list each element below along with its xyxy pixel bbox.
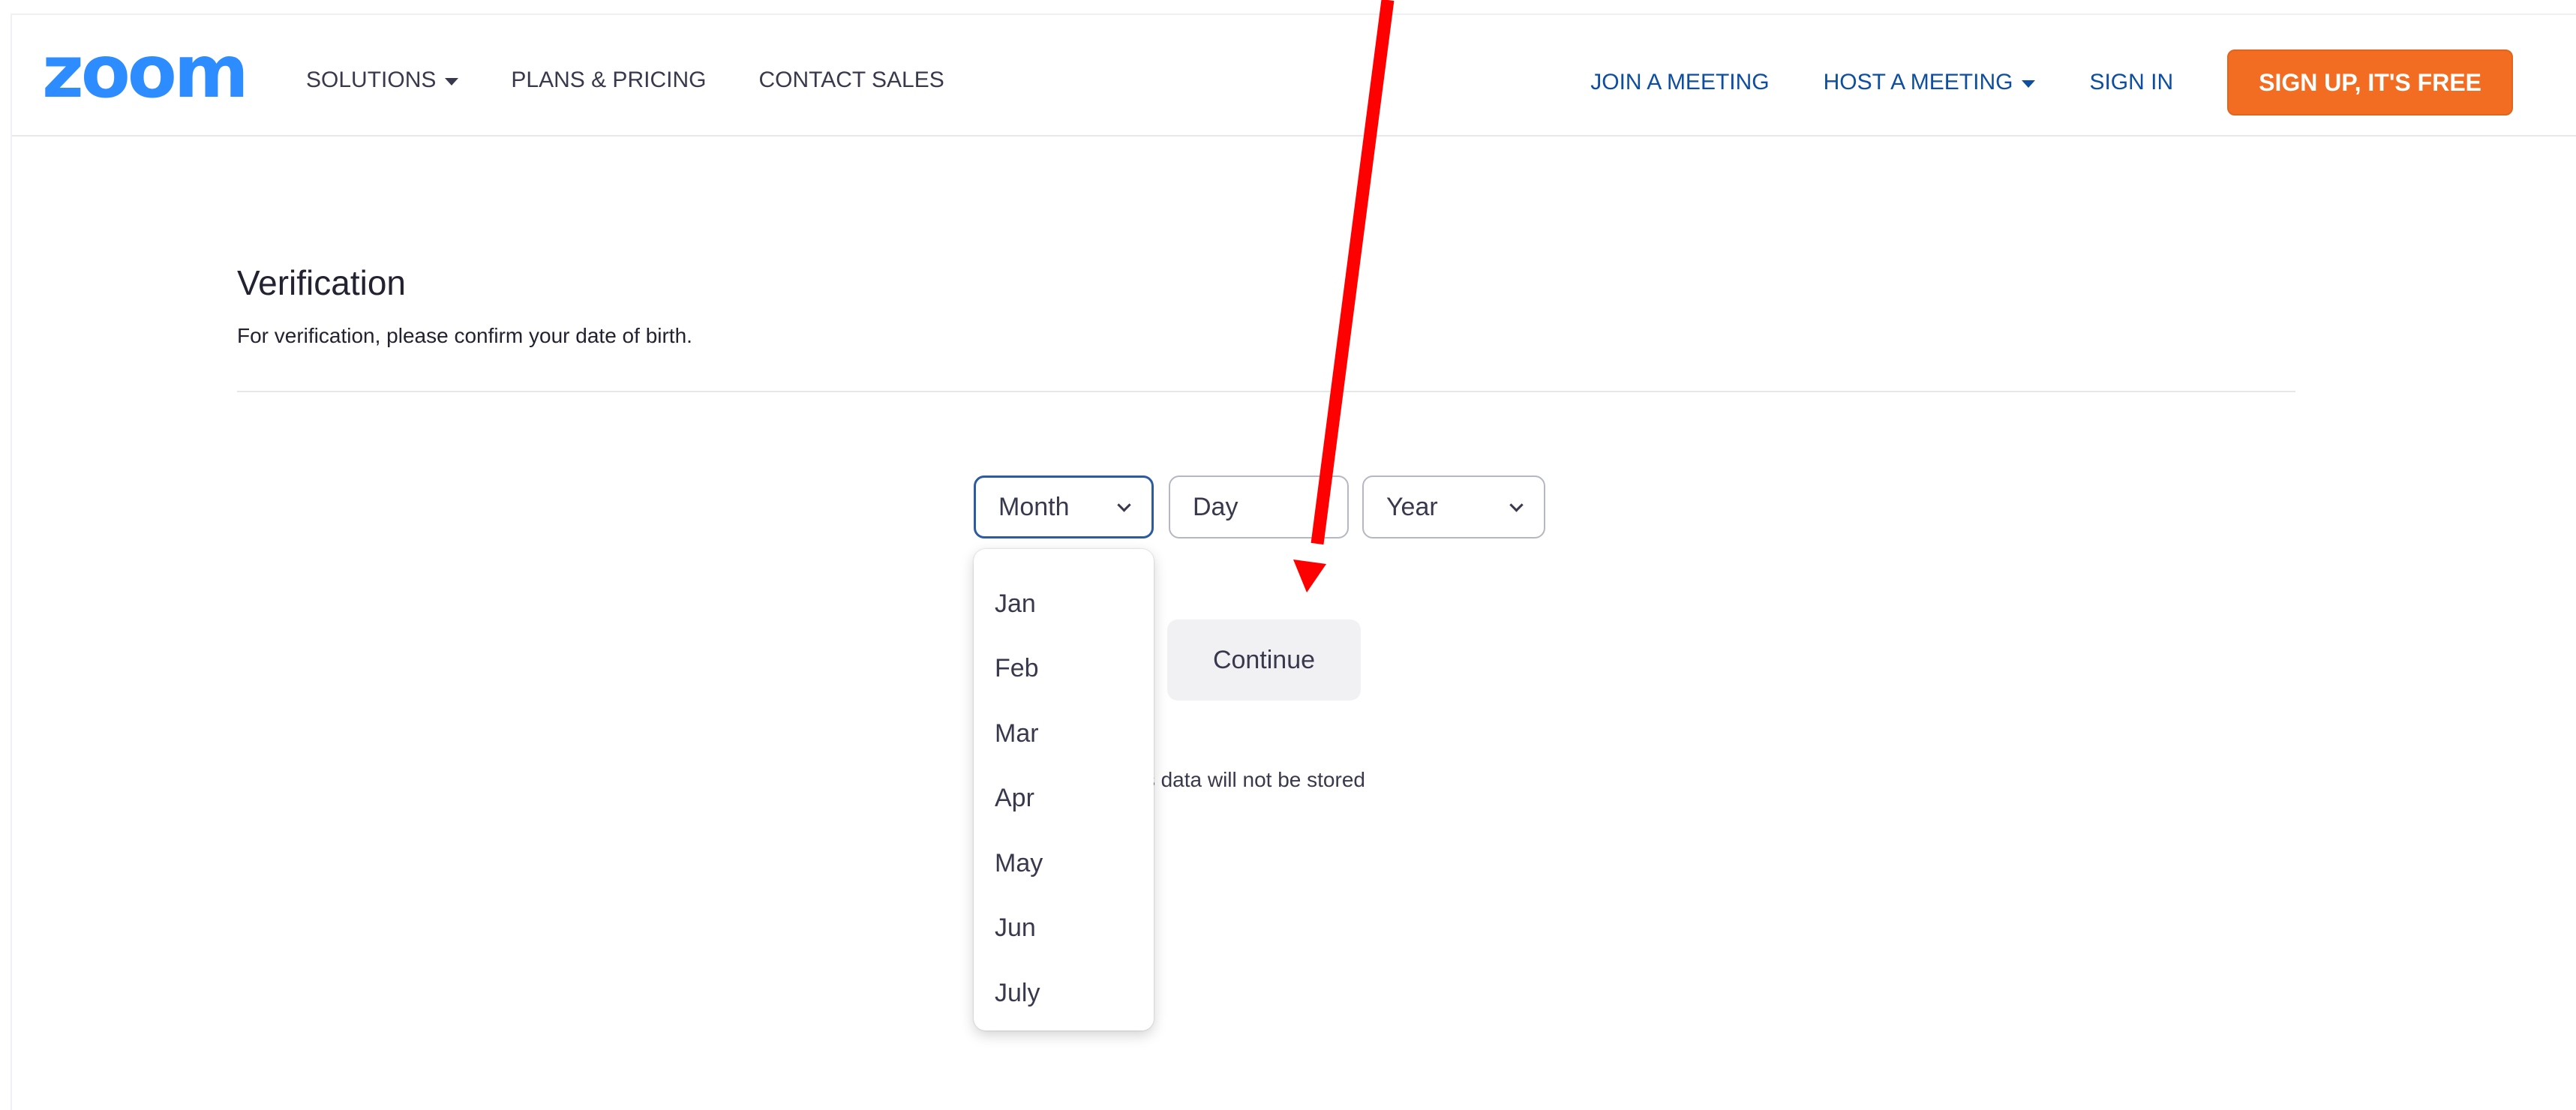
nav-solutions[interactable]: SOLUTIONS — [306, 68, 459, 93]
primary-nav: SOLUTIONS PLANS & PRICING CONTACT SALES — [306, 68, 944, 93]
month-dropdown: Jan Feb Mar Apr May Jun July — [974, 549, 1154, 1030]
nav-sign-in[interactable]: SIGN IN — [2089, 70, 2173, 95]
year-select[interactable]: Year — [1362, 476, 1545, 538]
page-frame — [11, 14, 2576, 1110]
zoom-logo[interactable]: zoom — [42, 36, 249, 108]
day-input[interactable]: Day — [1169, 476, 1349, 538]
section-divider — [237, 391, 2295, 392]
nav-host-meeting-label: HOST A MEETING — [1823, 70, 2013, 94]
nav-sign-in-label: SIGN IN — [2089, 70, 2174, 94]
page-title: Verification — [237, 263, 407, 302]
nav-contact-sales[interactable]: CONTACT SALES — [758, 68, 944, 93]
month-select-value: Month — [998, 492, 1070, 521]
month-option-jan[interactable]: Jan — [974, 572, 1154, 637]
nav-solutions-label: SOLUTIONS — [306, 68, 437, 92]
nav-join-meeting[interactable]: JOIN A MEETING — [1590, 70, 1769, 95]
continue-button[interactable]: Continue — [1167, 620, 1361, 700]
month-option-jun[interactable]: Jun — [974, 896, 1154, 962]
caret-down-icon — [2022, 80, 2036, 88]
chevron-down-icon — [1509, 498, 1524, 512]
nav-host-meeting[interactable]: HOST A MEETING — [1824, 70, 2036, 95]
signup-button[interactable]: SIGN UP, IT'S FREE — [2227, 50, 2513, 116]
day-input-placeholder: Day — [1193, 492, 1238, 521]
page-subtitle: For verification, please confirm your da… — [237, 324, 692, 347]
site-header: zoom SOLUTIONS PLANS & PRICING CONTACT S… — [12, 15, 2576, 136]
year-select-value: Year — [1386, 492, 1438, 521]
account-nav: JOIN A MEETING HOST A MEETING SIGN IN SI… — [1590, 50, 2513, 116]
nav-contact-sales-label: CONTACT SALES — [758, 68, 944, 92]
chevron-down-icon — [1117, 498, 1131, 512]
nav-plans-pricing[interactable]: PLANS & PRICING — [511, 68, 706, 93]
month-option-july[interactable]: July — [974, 961, 1154, 1026]
month-select[interactable]: Month — [974, 476, 1154, 538]
month-option-apr[interactable]: Apr — [974, 766, 1154, 832]
nav-join-meeting-label: JOIN A MEETING — [1590, 70, 1770, 94]
month-option-may[interactable]: May — [974, 831, 1154, 896]
privacy-note: his data will not be stored — [1128, 768, 1365, 791]
month-option-feb[interactable]: Feb — [974, 637, 1154, 702]
nav-plans-pricing-label: PLANS & PRICING — [511, 68, 707, 92]
month-option-mar[interactable]: Mar — [974, 701, 1154, 766]
caret-down-icon — [445, 78, 459, 86]
